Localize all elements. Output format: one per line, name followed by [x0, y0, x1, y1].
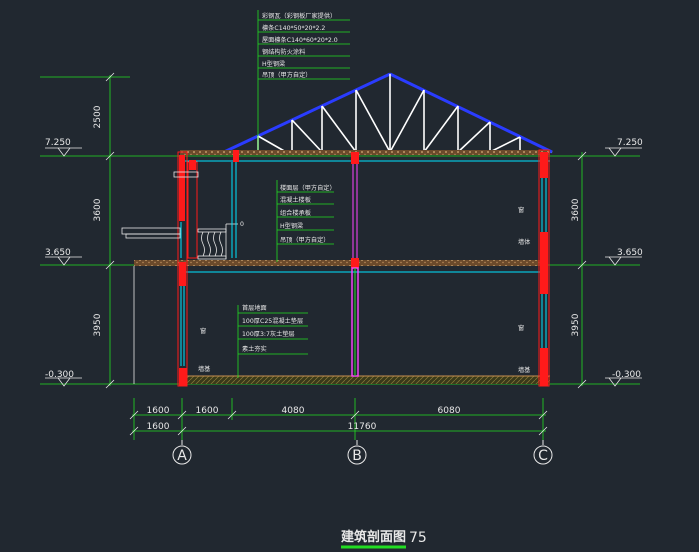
drawing-title: 建筑剖面图	[341, 529, 406, 545]
ground-note-3: 100厚3:7灰土垫层	[242, 330, 295, 338]
section-drawing: 7.250 3.650 -0.300 7.250 3.650 -0.300 25…	[40, 10, 643, 549]
railing-tag: 0	[240, 221, 244, 228]
level-right-top: 7.250	[617, 138, 643, 148]
floor-note-3: 组合楼承板	[280, 209, 311, 217]
dim-seg-ab: 4080	[282, 406, 305, 416]
roof-truss	[223, 72, 553, 154]
dim-second-storey-left: 3600	[93, 198, 103, 221]
dim-seg-a1: 1600	[147, 406, 170, 416]
a-wall-label: 窗	[200, 327, 206, 335]
a-wall-base-label: 墙基	[198, 365, 210, 373]
level-left-mid: 3.650	[45, 248, 71, 258]
ground-note-4: 素土夯实	[242, 345, 267, 353]
level-lines	[40, 76, 640, 385]
dim-seg-bc: 6080	[438, 406, 461, 416]
roof-note-1: 彩钢瓦（彩钢板厂家提供）	[262, 12, 336, 20]
dim-first-storey-left: 3950	[93, 313, 103, 336]
horizontal-dimension-lines	[132, 398, 546, 440]
c-wall-label-lower: 窗	[518, 324, 524, 332]
ground-note-1: 首层地面	[242, 304, 267, 312]
ground-notes-table	[237, 305, 308, 378]
drawing-number: 75	[409, 530, 427, 546]
floor-notes-table	[276, 180, 334, 262]
roof-note-6: 吊顶（甲方自定）	[262, 71, 312, 79]
roof-eave-block	[233, 150, 239, 162]
ground-note-2: 100厚C25混凝土垫层	[242, 317, 303, 325]
wall-axis-c	[538, 149, 550, 387]
level-left-top: 7.250	[45, 138, 71, 148]
roof-note-3: 屋面檩条C140*60*20*2.0	[262, 36, 338, 44]
level-right-ground: -0.300	[612, 370, 641, 380]
roof-note-5: H型钢梁	[262, 60, 285, 68]
floor-note-1: 楼面层（甲方自定）	[280, 184, 336, 192]
dim-first-storey-right: 3950	[571, 313, 581, 336]
wall-axis-a	[177, 151, 188, 387]
dim-second-storey-right: 3600	[571, 198, 581, 221]
floor-note-5: 吊顶（甲方自定）	[280, 236, 330, 244]
floor-note-4: H型钢梁	[280, 222, 303, 230]
entrance-canopy	[121, 227, 181, 384]
dim-total: 11760	[348, 422, 377, 432]
column-axis-b	[351, 152, 359, 377]
roof-note-2: 檩条C140*50*20*2.2	[262, 24, 325, 32]
roof-note-4: 钢结构防火涂料	[262, 48, 305, 56]
axis-bubbles	[172, 440, 553, 465]
level-markers	[45, 147, 642, 387]
c-wall-label-mid: 墙体	[518, 238, 531, 246]
dim-seg-a2: 1600	[196, 406, 219, 416]
floor-slab	[134, 260, 548, 266]
c-wall-label-base: 墙基	[518, 366, 530, 374]
floor-note-2: 混凝土楼板	[280, 196, 311, 204]
axis-b-label: B	[352, 448, 362, 464]
dim-roof-height: 2500	[93, 105, 103, 128]
axis-a-label: A	[177, 448, 187, 464]
level-right-mid: 3.650	[617, 248, 643, 258]
dim-total-left: 1600	[147, 422, 170, 432]
axis-c-label: C	[538, 448, 548, 464]
c-wall-label-upper: 窗	[518, 206, 524, 214]
level-left-ground: -0.300	[45, 370, 74, 380]
ground-slab	[180, 376, 550, 384]
